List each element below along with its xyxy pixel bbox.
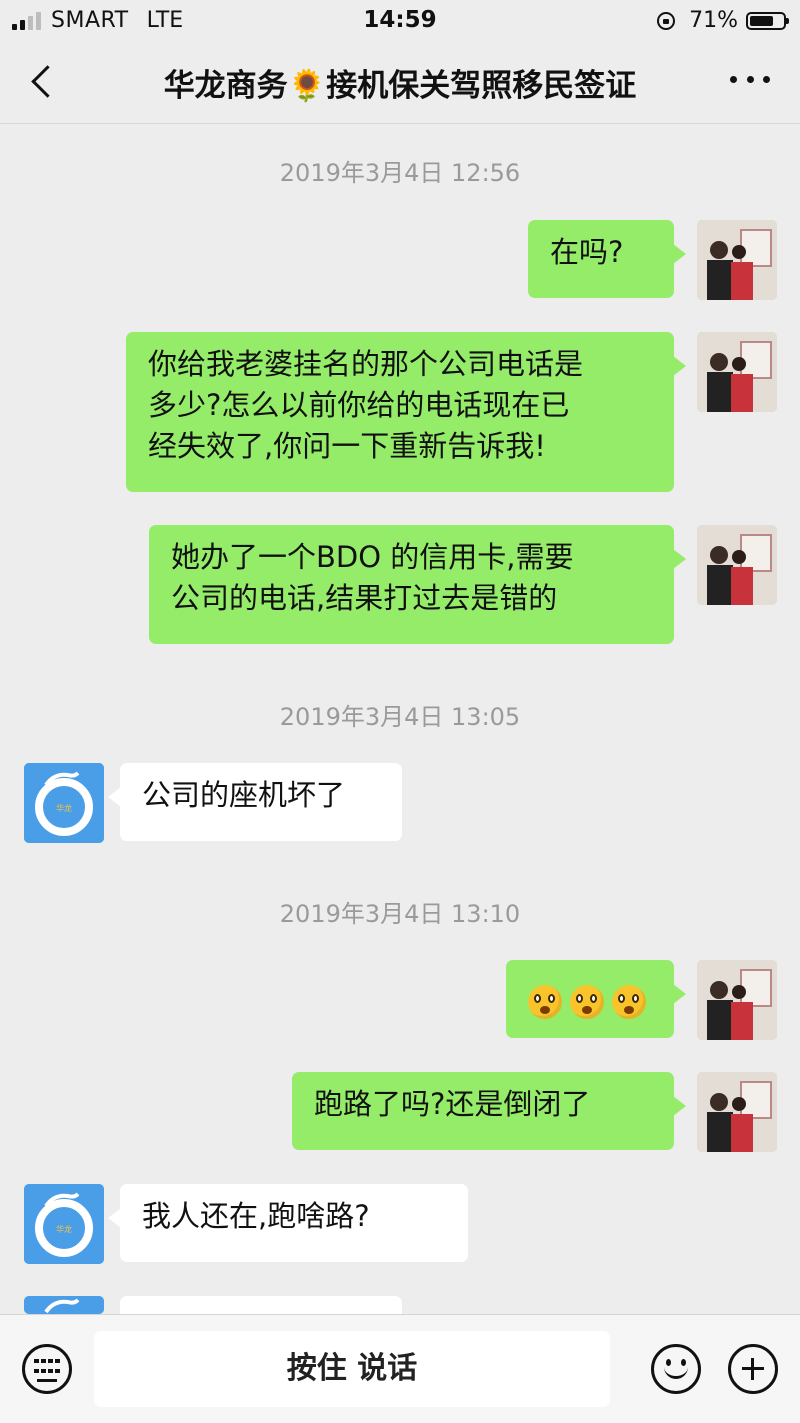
rotation-lock-icon xyxy=(657,11,676,30)
my-avatar[interactable] xyxy=(697,332,777,412)
contact-avatar[interactable]: 华龙 xyxy=(24,763,104,843)
surprised-face-icon xyxy=(528,985,562,1019)
back-button[interactable] xyxy=(26,62,66,102)
my-avatar[interactable] xyxy=(697,1072,777,1152)
surprised-face-icon xyxy=(570,985,604,1019)
battery-icon xyxy=(746,11,789,30)
input-bar: 按住 说话 xyxy=(0,1314,800,1423)
keyboard-icon xyxy=(34,1359,60,1377)
my-avatar[interactable] xyxy=(697,220,777,300)
message-text: 公司的座机坏了 xyxy=(142,778,346,812)
my-avatar[interactable] xyxy=(697,960,777,1040)
status-bar: SMART LTE 14:59 71% xyxy=(0,0,800,40)
chat-title: 华龙商务🌻接机保关驾照移民签证 xyxy=(163,68,637,104)
message-bubble-sent[interactable]: 她办了一个BDO 的信用卡,需要 公司的电话,结果打过去是错的 xyxy=(149,525,686,644)
keyboard-toggle-button[interactable] xyxy=(22,1344,72,1394)
svg-text:华龙: 华龙 xyxy=(56,803,72,813)
message-text: 跑路了吗?还是倒闭了 xyxy=(314,1087,591,1121)
message-text-line: 公司的电话,结果打过去是错的 xyxy=(171,581,558,615)
message-bubble-sent[interactable]: 跑路了吗?还是倒闭了 xyxy=(292,1072,686,1150)
emoji-smile-icon[interactable] xyxy=(651,1344,701,1394)
chat-header: 华龙商务🌻接机保关驾照移民签证 xyxy=(0,40,800,124)
message-bubble-partial xyxy=(108,1296,402,1340)
timestamp: 2019年3月4日 13:10 xyxy=(279,900,521,928)
message-bubble-sent[interactable] xyxy=(506,960,686,1038)
hold-to-talk-button[interactable]: 按住 说话 xyxy=(94,1331,610,1407)
message-bubble-received[interactable]: 公司的座机坏了 xyxy=(108,763,402,841)
message-text-line: 经失效了,你问一下重新告诉我! xyxy=(148,429,546,463)
battery-percent: 71% xyxy=(689,8,738,33)
surprised-face-icon xyxy=(612,985,646,1019)
message-bubble-sent[interactable]: 在吗? xyxy=(528,220,686,298)
status-bar-right: 71% xyxy=(657,8,789,33)
message-text-line: 她办了一个BDO 的信用卡,需要 xyxy=(171,540,574,574)
svg-text:华龙: 华龙 xyxy=(56,1224,72,1234)
timestamp: 2019年3月4日 13:05 xyxy=(279,703,521,731)
message-bubble-sent[interactable]: 你给我老婆挂名的那个公司电话是 多少?怎么以前你给的电话现在已 经失效了,你问一… xyxy=(126,332,686,492)
message-text: 我人还在,跑啥路? xyxy=(142,1199,370,1233)
message-text: 在吗? xyxy=(550,235,624,269)
add-attachment-icon[interactable] xyxy=(728,1344,778,1394)
contact-avatar[interactable]: 华龙 xyxy=(24,1184,104,1264)
more-options-button[interactable] xyxy=(730,76,770,88)
my-avatar[interactable] xyxy=(697,525,777,605)
contact-avatar-partial xyxy=(24,1296,104,1314)
timestamp: 2019年3月4日 12:56 xyxy=(279,159,521,187)
message-bubble-received[interactable]: 我人还在,跑啥路? xyxy=(108,1184,468,1262)
message-text-line: 你给我老婆挂名的那个公司电话是 xyxy=(148,347,584,381)
message-text-line: 多少?怎么以前你给的电话现在已 xyxy=(148,388,570,422)
